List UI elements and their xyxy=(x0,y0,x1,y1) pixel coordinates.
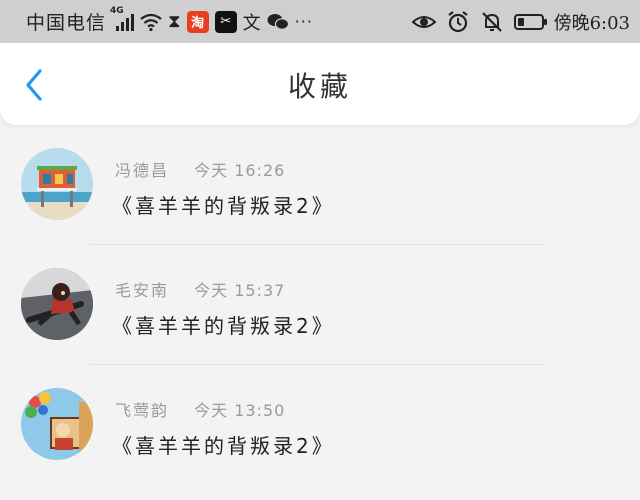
author-name: 毛安南 xyxy=(115,281,170,300)
wechat-icon xyxy=(267,13,289,30)
clock: 傍晚6:03 xyxy=(553,12,630,34)
capcut-app-icon: ✂ xyxy=(214,10,237,33)
item-meta: 飞莺韵 今天 13:50 xyxy=(115,397,285,421)
wifi-icon xyxy=(140,13,162,31)
network-type: 4G xyxy=(110,5,124,16)
avatar[interactable] xyxy=(21,148,93,220)
page-title: 收藏 xyxy=(287,70,352,103)
status-bar-right: 傍晚6:03 xyxy=(411,9,630,35)
avatar[interactable] xyxy=(21,268,93,340)
mute-bell-icon xyxy=(481,11,502,32)
divider xyxy=(90,244,544,245)
status-bar: 中国电信 4G ⧗ 淘 ✂ 文 ··· 傍晚6:03 xyxy=(0,0,640,43)
avatar[interactable] xyxy=(21,388,93,460)
wen-icon: 文 xyxy=(242,12,261,34)
alarm-icon xyxy=(447,10,468,32)
favorites-list: 冯德昌 今天 16:26 《喜羊羊的背叛录2》 毛安南 今天 15:37 《喜羊… xyxy=(0,140,640,500)
divider xyxy=(90,364,544,365)
more-notifications-icon: ··· xyxy=(294,12,313,31)
list-item[interactable]: 毛安南 今天 15:37 《喜羊羊的背叛录2》 xyxy=(0,260,640,380)
item-title: 《喜羊羊的背叛录2》 xyxy=(112,314,335,338)
hourglass-icon: ⧗ xyxy=(168,11,181,32)
list-item[interactable]: 冯德昌 今天 16:26 《喜羊羊的背叛录2》 xyxy=(0,140,640,260)
status-bar-left: 中国电信 4G ⧗ 淘 ✂ 文 ··· xyxy=(26,6,313,35)
timestamp: 今天 15:37 xyxy=(194,281,286,300)
item-title: 《喜羊羊的背叛录2》 xyxy=(112,194,335,218)
carrier-name: 中国电信 xyxy=(26,12,107,34)
cartoon-balloons-image xyxy=(21,388,93,460)
author-name: 冯德昌 xyxy=(115,161,170,180)
battery-icon xyxy=(513,13,547,30)
item-title: 《喜羊羊的背叛录2》 xyxy=(112,434,335,458)
author-name: 飞莺韵 xyxy=(115,401,170,420)
timestamp: 今天 16:26 xyxy=(194,161,286,180)
item-meta: 冯德昌 今天 16:26 xyxy=(115,157,285,181)
header: 收藏 xyxy=(0,43,640,125)
cellular-signal-icon: 4G xyxy=(110,6,135,32)
item-meta: 毛安南 今天 15:37 xyxy=(115,277,285,301)
eye-icon xyxy=(411,15,436,28)
beach-tower-image xyxy=(21,148,93,220)
anime-character-image xyxy=(21,268,93,340)
timestamp: 今天 13:50 xyxy=(194,401,286,420)
list-item[interactable]: 飞莺韵 今天 13:50 《喜羊羊的背叛录2》 xyxy=(0,380,640,500)
taobao-app-icon: 淘 xyxy=(186,10,209,33)
